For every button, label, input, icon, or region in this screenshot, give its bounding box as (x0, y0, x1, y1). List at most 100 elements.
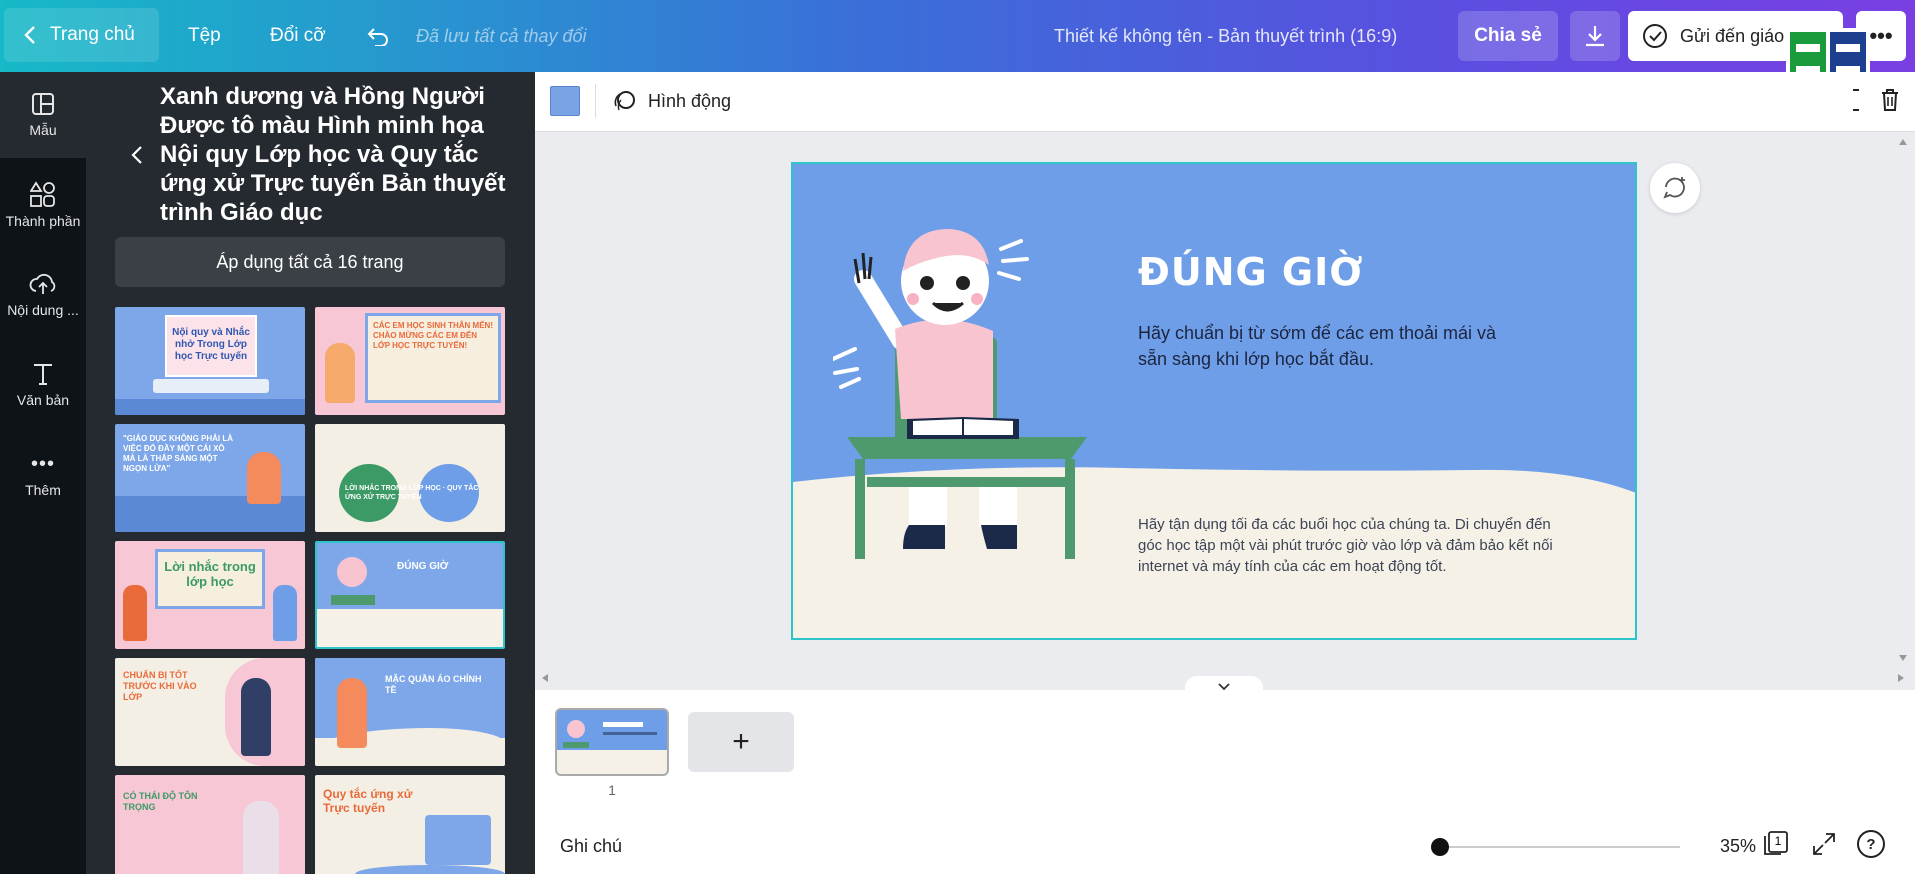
more-dots-icon: ••• (1869, 23, 1893, 48)
file-menu[interactable]: Tệp (188, 0, 221, 72)
chevron-left-icon (24, 26, 35, 44)
template-thumb[interactable]: Lời nhắc trong lớp học (115, 541, 305, 649)
thumb-figure (325, 343, 355, 403)
pages-area: 1 + Ghi chú 35% 1 ? (535, 676, 1915, 874)
template-thumb[interactable]: CHUẨN BỊ TỐT TRƯỚC KHI VÀO LỚP (115, 658, 305, 766)
thumb-title: ĐÚNG GIỜ (397, 561, 449, 572)
animate-label: Hình động (648, 90, 732, 111)
thumb-figure (241, 678, 271, 756)
thumb-screen (425, 815, 491, 865)
rail-label: Thành phần (5, 213, 81, 229)
zoom-percent[interactable]: 35% (1720, 836, 1756, 857)
page-thumb-text-line (603, 732, 657, 735)
thumb-title: LỜI NHẮC TRONG LỚP HỌC · QUY TẮC ỨNG XỬ … (345, 485, 479, 501)
page-count-button[interactable]: 1 (1763, 830, 1789, 856)
add-page-button[interactable]: + (688, 712, 794, 772)
thumb-title: CÓ THÁI ĐỘ TÔN TRỌNG (123, 791, 198, 812)
page-count: 1 (1774, 834, 1782, 848)
rail-label: Nội dung ... (7, 302, 79, 318)
scroll-left-arrow[interactable] (541, 673, 549, 683)
comment-add-icon (1663, 177, 1685, 199)
rail-label: Thêm (25, 481, 61, 498)
apply-all-pages-button[interactable]: Áp dụng tất cả 16 trang (115, 237, 505, 287)
resize-menu[interactable]: Đổi cỡ (270, 0, 326, 72)
thumb-figure (247, 452, 281, 504)
add-comment-button[interactable] (1650, 163, 1700, 213)
thumb-title: CHUẨN BỊ TỐT TRƯỚC KHI VÀO LỚP (123, 670, 197, 702)
upload-cloud-icon (29, 273, 56, 294)
toolbar-divider (595, 84, 596, 118)
thumb-figure (123, 585, 147, 641)
top-bar: Trang chủ Tệp Đổi cỡ Đã lưu tất cả thay … (0, 0, 1915, 72)
thumb-title: Lời nhắc trong lớp học (164, 559, 256, 589)
thumb-figure (337, 557, 367, 587)
design-title[interactable]: Thiết kế không tên - Bản thuyết trình (1… (1054, 0, 1397, 72)
thumb-ground (317, 609, 503, 647)
save-status: Đã lưu tất cả thay đổi (416, 25, 587, 46)
slide-body-text[interactable]: Hãy tận dụng tối đa các buổi học của chú… (1138, 514, 1568, 577)
scroll-down-arrow[interactable] (1898, 654, 1908, 662)
page-thumb-heading (603, 722, 643, 727)
slide-canvas[interactable]: ĐÚNG GIỜ Hãy chuẩn bị từ sớm để các em t… (791, 162, 1637, 640)
thumb-title: Nội quy và Nhắc nhở Trong Lớp học Trực t… (172, 327, 250, 362)
thumb-floor (355, 865, 505, 874)
rail-label: Mẫu (29, 122, 57, 138)
notes-button[interactable]: Ghi chú (560, 836, 622, 857)
download-button[interactable] (1570, 11, 1620, 61)
template-thumb[interactable]: "GIÁO DỤC KHÔNG PHẢI LÀ VIỆC ĐỔ ĐẦY MỘT … (115, 424, 305, 532)
shapes-icon (30, 181, 55, 207)
pages-collapse-tab[interactable] (1185, 676, 1263, 698)
layout-icon (32, 93, 54, 115)
thumb-title: "GIÁO DỤC KHÔNG PHẢI LÀ VIỆC ĐỔ ĐẦY MỘT … (123, 434, 234, 473)
delete-icon[interactable] (1880, 88, 1900, 112)
rail-item-templates[interactable]: Mẫu (0, 72, 86, 158)
template-thumb[interactable]: MẶC QUẦN ÁO CHỈNH TỀ (315, 658, 505, 766)
file-label: Tệp (188, 25, 221, 46)
undo-icon (367, 28, 388, 46)
rail-item-text[interactable]: Văn bản (0, 342, 86, 428)
undo-button[interactable] (366, 0, 390, 72)
template-title: Xanh dương và Hồng Người Được tô màu Hìn… (160, 83, 506, 226)
page-thumb-desk (563, 742, 589, 748)
template-thumb[interactable]: Nội quy và Nhắc nhở Trong Lớp học Trực t… (115, 307, 305, 415)
back-chevron-icon[interactable] (130, 144, 144, 166)
slide-heading[interactable]: ĐÚNG GIỜ (1138, 250, 1363, 294)
copy-style-icon[interactable] (1853, 88, 1861, 112)
rail-label: Văn bản (16, 392, 70, 408)
template-thumb-selected[interactable]: ĐÚNG GIỜ (315, 541, 505, 649)
home-label: Trang chủ (50, 24, 135, 45)
rail-item-uploads[interactable]: Nội dung ... (0, 252, 86, 338)
thumb-laptop-base (153, 379, 269, 393)
scroll-right-arrow[interactable] (1897, 673, 1905, 683)
download-icon (1586, 26, 1604, 47)
thumb-figure (337, 678, 367, 748)
send-label: Gửi đến giáo (1680, 25, 1785, 46)
context-toolbar: Hình động (535, 72, 1915, 132)
scroll-up-arrow[interactable] (1898, 138, 1908, 146)
rail-item-elements[interactable]: Thành phần (0, 162, 86, 248)
page-thumb-ground (557, 750, 667, 774)
help-button[interactable]: ? (1857, 830, 1885, 858)
slide-subtitle[interactable]: Hãy chuẩn bị từ sớm để các em thoải mái … (1138, 320, 1518, 372)
share-button[interactable]: Chia sẻ (1458, 11, 1558, 61)
color-swatch[interactable] (550, 86, 580, 116)
animate-button[interactable]: Hình động (612, 84, 731, 118)
thumb-figure (243, 801, 279, 874)
page-thumbnail[interactable] (555, 708, 669, 776)
thumb-figure (273, 585, 297, 641)
thumb-floor (115, 399, 305, 415)
animation-icon (614, 91, 635, 111)
home-button[interactable]: Trang chủ (4, 8, 159, 62)
template-thumb[interactable]: Quy tắc ứng xử Trực tuyến (315, 775, 505, 874)
zoom-slider-handle[interactable] (1431, 838, 1449, 856)
template-thumb[interactable]: CÁC EM HỌC SINH THÂN MẾN! CHÀO MỪNG CÁC … (315, 307, 505, 415)
text-icon (34, 364, 52, 385)
template-thumb[interactable]: CÓ THÁI ĐỘ TÔN TRỌNG (115, 775, 305, 874)
resize-label: Đổi cỡ (270, 25, 326, 46)
zoom-slider[interactable] (1431, 838, 1680, 856)
fullscreen-icon[interactable] (1812, 832, 1836, 856)
thumb-title: CÁC EM HỌC SINH THÂN MẾN! CHÀO MỪNG CÁC … (373, 321, 493, 350)
rail-item-more[interactable]: ••• Thêm (0, 432, 86, 518)
check-circle-icon (1643, 24, 1667, 48)
template-thumb[interactable]: LỜI NHẮC TRONG LỚP HỌC · QUY TẮC ỨNG XỬ … (315, 424, 505, 532)
